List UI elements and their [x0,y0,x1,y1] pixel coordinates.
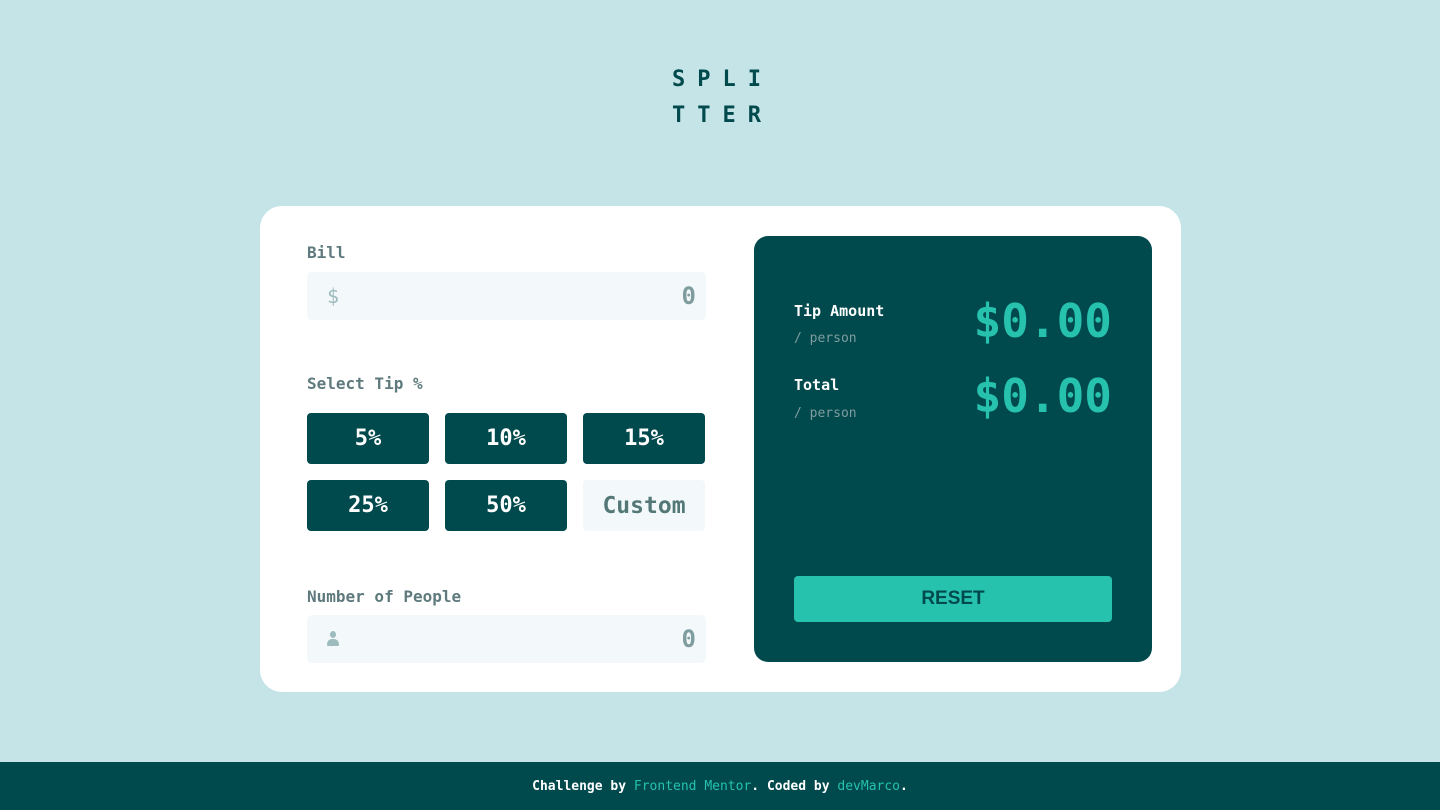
reset-button[interactable]: RESET [794,576,1112,622]
bill-label: Bill [307,243,346,262]
footer: Challenge by Frontend Mentor. Coded by d… [0,762,1440,810]
tip-button-50[interactable]: 50% [445,480,567,531]
total-sub: / person [794,406,857,421]
logo-line-1: SPLI [672,67,773,92]
result-panel: Tip Amount / person $0.00 Total / person… [754,236,1152,662]
logo-line-2: TTER [672,103,773,128]
frontend-mentor-link[interactable]: Frontend Mentor [634,779,751,794]
bill-input[interactable]: $ 0 [307,272,706,320]
tip-button-25[interactable]: 25% [307,480,429,531]
tip-amount-sub: / person [794,331,857,346]
select-tip-label: Select Tip % [307,374,423,393]
people-label: Number of People [307,587,462,606]
total-value: $0.00 [973,369,1112,423]
people-value: 0 [681,625,696,653]
dollar-icon: $ [327,284,340,308]
footer-prefix: Challenge by [532,778,634,794]
person-icon [327,629,339,651]
people-input[interactable]: 0 [307,615,706,663]
footer-suffix: . [900,778,908,794]
total-label: Total [794,376,840,394]
tip-amount-label: Tip Amount [794,302,885,320]
tip-button-5[interactable]: 5% [307,413,429,464]
calculator-card: Bill $ 0 Select Tip % 5% 10% 15% 25% 50%… [260,206,1181,692]
tip-amount-value: $0.00 [973,294,1112,348]
custom-tip-input[interactable]: Custom [583,480,705,531]
tip-button-10[interactable]: 10% [445,413,567,464]
app-logo: SPLI TTER [672,62,772,134]
footer-middle: . Coded by [751,778,838,794]
tip-button-15[interactable]: 15% [583,413,705,464]
author-link[interactable]: devMarco [837,779,900,794]
bill-value: 0 [681,282,696,310]
